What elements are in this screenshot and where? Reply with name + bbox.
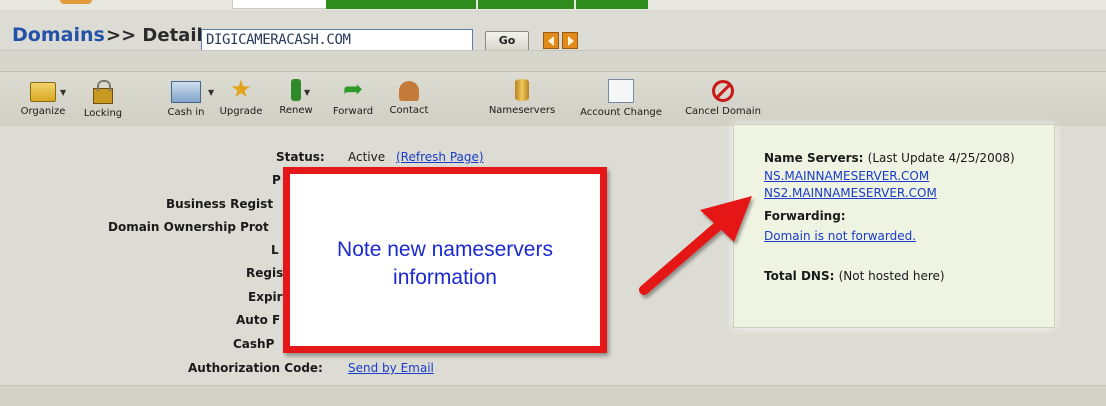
annotation-arrow-icon xyxy=(639,196,752,295)
